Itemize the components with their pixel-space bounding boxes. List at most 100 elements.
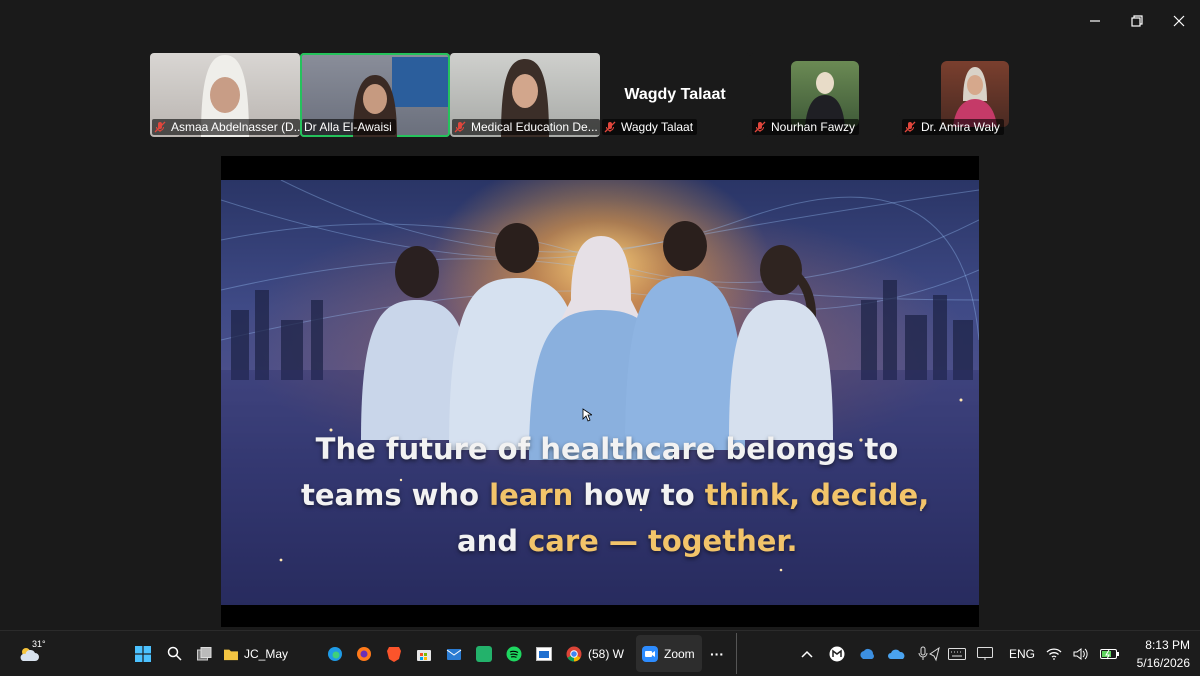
- minimize-button[interactable]: [1074, 0, 1116, 42]
- volume-icon: [1073, 647, 1088, 660]
- participant-name: Nourhan Fawzy: [771, 120, 856, 134]
- task-view-button[interactable]: [194, 631, 214, 676]
- mic-muted-icon: [754, 121, 766, 133]
- taskbar-app-window[interactable]: [534, 631, 554, 676]
- taskbar-app-edge[interactable]: [325, 631, 345, 676]
- caption-text: teams who: [301, 478, 490, 512]
- spotify-icon: [506, 646, 522, 661]
- store-icon: [417, 649, 431, 661]
- battery-charging-icon: [1100, 648, 1119, 659]
- zoom-label: Zoom: [664, 646, 695, 661]
- participant-namebar: Medical Education De...: [452, 119, 600, 135]
- participant-avatar: [941, 61, 1009, 127]
- close-button[interactable]: [1158, 0, 1200, 42]
- app-window-icon: [536, 646, 552, 661]
- taskbar-app-file-explorer[interactable]: JC_May: [224, 631, 288, 676]
- restore-button[interactable]: [1116, 0, 1158, 42]
- edge-icon: [328, 646, 342, 661]
- taskbar-app-green[interactable]: [474, 631, 494, 676]
- participant-tile[interactable]: Asmaa Abdelnasser (D...: [150, 53, 300, 137]
- minimize-icon: [1090, 20, 1100, 22]
- weather-widget[interactable]: 31°: [14, 631, 48, 676]
- search-icon: [167, 646, 182, 661]
- participant-namebar: Nourhan Fawzy: [752, 119, 860, 135]
- tray-onedrive[interactable]: [888, 631, 906, 676]
- participant-display-name: Wagdy Talaat: [624, 86, 726, 103]
- participant-tile[interactable]: Nourhan Fawzy: [750, 53, 900, 137]
- taskbar-app-brave[interactable]: [384, 631, 404, 676]
- slide-caption-line-3: and care — together.: [457, 524, 937, 558]
- close-icon: [1173, 15, 1185, 27]
- mic-muted-icon: [604, 121, 616, 133]
- chrome-icon: [566, 646, 582, 662]
- task-view-icon: [196, 646, 211, 660]
- zoom-icon: [642, 645, 658, 662]
- taskbar-app-chrome[interactable]: (58) W: [566, 631, 626, 676]
- taskbar-app-zoom[interactable]: Zoom: [636, 635, 702, 672]
- caption-highlight: learn: [489, 478, 574, 512]
- mouse-cursor-icon: [582, 408, 592, 422]
- windows-logo-icon: [135, 645, 151, 662]
- clock-date: 5/16/2026: [1136, 655, 1190, 670]
- keyboard-icon: [948, 647, 966, 660]
- tray-gmail[interactable]: [828, 631, 846, 676]
- folder-icon: [224, 649, 238, 660]
- more-label: ···: [710, 645, 724, 662]
- participant-name: Asmaa Abdelnasser (D...: [171, 120, 300, 134]
- slide-caption-line-2: teams who learn how to think, decide,: [301, 478, 941, 512]
- firefox-icon: [357, 646, 371, 661]
- taskbar-app-spotify[interactable]: [504, 631, 524, 676]
- mail-icon: [446, 648, 462, 660]
- participant-name: Wagdy Talaat: [621, 120, 694, 134]
- participant-tile[interactable]: Medical Education De...: [450, 53, 600, 137]
- clock-time: 8:13 PM: [1145, 637, 1190, 652]
- taskbar-more-button[interactable]: ···: [706, 631, 728, 676]
- participant-tile[interactable]: Dr. Amira Waly: [900, 53, 1010, 137]
- caption-highlight: care — together.: [528, 524, 798, 558]
- start-button[interactable]: [133, 631, 153, 676]
- mic-muted-icon: [154, 121, 166, 133]
- weather-temp: 31°: [32, 639, 46, 649]
- language-indicator[interactable]: ENG: [1004, 631, 1040, 676]
- tray-sync[interactable]: [858, 631, 876, 676]
- taskbar-app-outlook[interactable]: [444, 631, 464, 676]
- brave-icon: [387, 646, 401, 662]
- taskbar-app-store[interactable]: [414, 631, 434, 676]
- sync-icon: [860, 648, 874, 659]
- tray-network-volume-battery[interactable]: [1046, 631, 1120, 676]
- search-button[interactable]: [164, 631, 184, 676]
- window-controls: [1074, 0, 1200, 42]
- caption-text: and: [457, 524, 529, 558]
- show-hidden-icons-button[interactable]: [798, 631, 816, 676]
- onedrive-icon: [888, 649, 905, 659]
- participant-namebar: Wagdy Talaat: [602, 119, 698, 135]
- participant-name: Dr. Amira Waly: [921, 120, 1000, 134]
- tray-display[interactable]: [976, 631, 994, 676]
- tray-keyboard[interactable]: [948, 631, 966, 676]
- slide-caption-line-1: The future of healthcare belongs to: [315, 432, 899, 466]
- calculator-icon: [476, 645, 492, 662]
- participant-name: Dr Alla El-Awaisi: [304, 120, 392, 134]
- language-label: ENG: [1008, 646, 1035, 661]
- participant-namebar: Dr. Amira Waly: [902, 119, 1004, 135]
- windows-taskbar: 31° JC_May (58) W Zoom ··· ENG 8:13 PM 5…: [0, 630, 1200, 676]
- caption-highlight: think, decide,: [704, 478, 930, 512]
- gmail-icon: [829, 646, 845, 661]
- wifi-icon: [1046, 647, 1062, 660]
- display-icon: [977, 646, 993, 660]
- taskbar-divider: [736, 633, 737, 674]
- participant-tile[interactable]: Wagdy Talaat Wagdy Talaat: [600, 53, 750, 137]
- taskbar-app-firefox[interactable]: [354, 631, 374, 676]
- microphone-location-icon: [918, 646, 940, 661]
- caption-text: how to: [573, 478, 705, 512]
- folder-label: JC_May: [243, 646, 288, 661]
- mic-muted-icon: [454, 121, 466, 133]
- participant-namebar: Dr Alla El-Awaisi: [302, 119, 396, 135]
- clock[interactable]: 8:13 PM 5/16/2026: [1124, 631, 1190, 676]
- chevron-up-icon: [801, 650, 813, 658]
- chrome-label: (58) W: [588, 646, 624, 661]
- participant-name: Medical Education De...: [471, 120, 598, 134]
- restore-icon: [1131, 15, 1143, 27]
- tray-mic-location[interactable]: [916, 631, 942, 676]
- participant-tile-active-speaker[interactable]: Dr Alla El-Awaisi: [300, 53, 450, 137]
